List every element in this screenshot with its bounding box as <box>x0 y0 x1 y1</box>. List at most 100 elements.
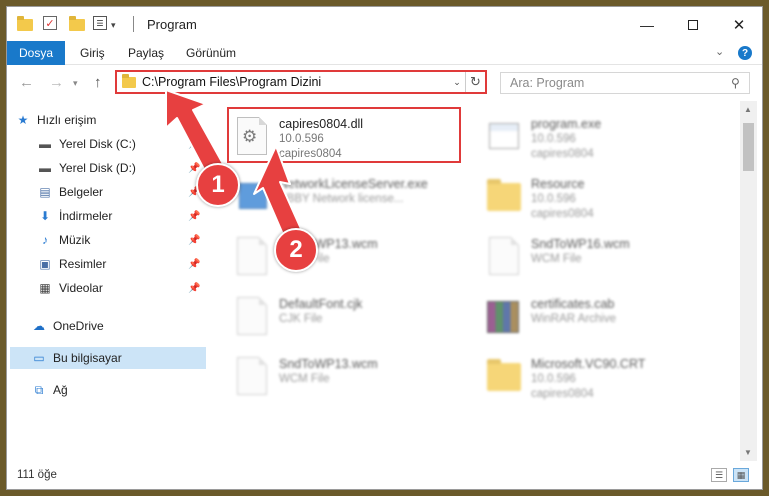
scrollbar-thumb[interactable] <box>743 123 754 171</box>
file-version: 10.0.596 <box>531 373 576 385</box>
tab-file[interactable]: Dosya <box>7 41 65 65</box>
file-type: WCM File <box>279 373 330 385</box>
sidebar-item-disk-d[interactable]: ▬ Yerel Disk (D:) 📌 <box>37 157 211 179</box>
minimize-icon: — <box>640 17 654 33</box>
sidebar-item-documents[interactable]: ▤ Belgeler 📌 <box>37 181 211 203</box>
file-version: 10.0.596 <box>531 133 576 145</box>
address-history-chevron-icon[interactable]: ⌄ <box>449 77 465 88</box>
tab-home[interactable]: Giriş <box>80 46 105 60</box>
dll-highlight-box <box>227 107 461 163</box>
sidebar-item-network[interactable]: ⧉ Ağ <box>31 379 211 401</box>
sidebar-item-onedrive[interactable]: ☁ OneDrive <box>31 315 211 337</box>
drive-icon: ▬ <box>39 161 51 175</box>
computer-icon: ▭ <box>33 351 45 365</box>
recent-locations-chevron-icon[interactable]: ▾ <box>73 78 78 89</box>
archive-icon <box>485 295 523 343</box>
back-arrow-icon[interactable]: ← <box>19 74 34 91</box>
address-path[interactable]: C:\Program Files\Program Dizini <box>142 75 449 89</box>
explorer-window: ✓ ☰ ▾ Program — ✕ Dosya Giriş Paylaş Gör… <box>6 6 763 490</box>
vertical-scrollbar[interactable]: ▲ ▼ <box>740 101 757 461</box>
sidebar-item-label: Videolar <box>59 281 103 295</box>
file-icon <box>233 235 271 283</box>
close-button[interactable]: ✕ <box>716 11 762 39</box>
file-item-program-exe[interactable]: program.exe 10.0.596 capires0804 <box>481 111 721 167</box>
sidebar-item-pictures[interactable]: ▣ Resimler 📌 <box>37 253 211 275</box>
ribbon-tabs: Dosya Giriş Paylaş Görünüm ⌄ ? <box>7 41 762 65</box>
music-icon: ♪ <box>42 233 48 247</box>
pin-icon[interactable]: 📌 <box>188 163 200 174</box>
file-item-resource[interactable]: Resource 10.0.596 capires0804 <box>481 171 721 227</box>
search-box[interactable]: Ara: Program ⚲ <box>500 72 750 94</box>
sidebar-item-downloads[interactable]: ⬇ İndirmeler 📌 <box>37 205 211 227</box>
customize-toolbar-chevron-icon[interactable]: ▾ <box>111 16 116 34</box>
minimize-button[interactable]: — <box>624 11 670 39</box>
network-icon: ⧉ <box>34 382 44 397</box>
maximize-button[interactable] <box>670 11 716 39</box>
step-badge-2: 2 <box>274 228 318 272</box>
address-bar[interactable]: C:\Program Files\Program Dizini ⌄ ↻ <box>115 70 487 94</box>
status-bar: 111 öğe ☰ ▦ <box>7 461 762 489</box>
help-icon[interactable]: ? <box>738 46 752 60</box>
file-icon <box>233 295 271 343</box>
file-name: SndToWP13.wcm <box>279 357 378 371</box>
scroll-up-icon[interactable]: ▲ <box>744 105 752 114</box>
pin-icon[interactable]: 📌 <box>188 211 200 222</box>
documents-icon: ▤ <box>39 185 51 199</box>
drive-icon: ▬ <box>39 137 51 151</box>
sidebar-item-music[interactable]: ♪ Müzik 📌 <box>37 229 211 251</box>
refresh-icon[interactable]: ↻ <box>465 72 485 92</box>
step-badge-1: 1 <box>196 163 240 207</box>
maximize-icon <box>688 20 698 30</box>
file-type: WCM File <box>531 253 582 265</box>
sidebar-item-label: Resimler <box>59 257 107 271</box>
up-arrow-icon[interactable]: ↑ <box>94 74 102 91</box>
sidebar-item-quick-access[interactable]: ★ Hızlı erişim <box>15 109 211 131</box>
videos-icon: ▦ <box>39 281 51 295</box>
pin-icon[interactable]: 📌 <box>188 259 200 270</box>
file-name: Resource <box>531 177 585 191</box>
sidebar-item-label: Yerel Disk (D:) <box>59 161 136 175</box>
properties-check-icon[interactable]: ✓ <box>43 16 57 30</box>
file-item-certificates[interactable]: certificates.cab WinRAR Archive <box>481 291 721 347</box>
file-item-license-server[interactable]: NetworkLicenseServer.exe BBBY Network li… <box>229 171 469 227</box>
new-folder-icon[interactable] <box>69 16 85 34</box>
quick-access-folder-icon[interactable] <box>17 16 33 34</box>
file-item-vc90-crt[interactable]: Microsoft.VC90.CRT 10.0.596 capires0804 <box>481 351 721 407</box>
ribbon-expand-chevron-icon[interactable]: ⌄ <box>715 45 724 58</box>
details-view-icon[interactable]: ☰ <box>711 468 727 482</box>
file-item-defaultfont[interactable]: DefaultFont.cjk CJK File <box>229 291 469 347</box>
title-bar: ✓ ☰ ▾ Program — ✕ <box>7 7 762 41</box>
navigation-bar: ← → ▾ ↑ C:\Program Files\Program Dizini … <box>7 65 762 101</box>
sidebar-item-label: İndirmeler <box>59 209 113 223</box>
forward-arrow-icon[interactable]: → <box>49 74 64 91</box>
tab-share[interactable]: Paylaş <box>128 46 164 60</box>
tiles-view-icon[interactable]: ▦ <box>733 468 749 482</box>
search-input[interactable]: Ara: Program <box>510 76 731 90</box>
star-icon: ★ <box>17 113 29 127</box>
file-type: CJK File <box>279 313 323 325</box>
pin-icon[interactable]: 📌 <box>188 283 200 294</box>
file-item-sndtowp13-2[interactable]: SndToWP13.wcm WCM File <box>229 351 469 407</box>
sidebar-item-label: Ağ <box>53 383 68 397</box>
sidebar-item-label: Müzik <box>59 233 91 247</box>
file-item-sndtowp16[interactable]: SndToWP16.wcm WCM File <box>481 231 721 287</box>
pin-icon[interactable]: 📌 <box>188 139 200 150</box>
sidebar-item-disk-c[interactable]: ▬ Yerel Disk (C:) 📌 <box>37 133 211 155</box>
search-icon[interactable]: ⚲ <box>731 76 749 90</box>
pin-icon[interactable]: 📌 <box>188 235 200 246</box>
file-name: SndToWP16.wcm <box>531 237 630 251</box>
view-properties-icon[interactable]: ☰ <box>93 16 107 30</box>
file-icon <box>233 355 271 403</box>
folder-icon <box>485 175 523 223</box>
scroll-down-icon[interactable]: ▼ <box>744 448 752 457</box>
tab-view[interactable]: Görünüm <box>186 46 236 60</box>
item-count: 111 öğe <box>17 469 57 481</box>
file-description: BBBY Network license... <box>279 193 404 205</box>
file-name: certificates.cab <box>531 297 615 311</box>
sidebar-item-videos[interactable]: ▦ Videolar 📌 <box>37 277 211 299</box>
file-item-sndtowp13[interactable]: SndToWP13.wcm WCM File <box>229 231 469 287</box>
sidebar-item-label: OneDrive <box>53 319 104 333</box>
sidebar-item-this-pc[interactable]: ▭ Bu bilgisayar <box>10 347 206 369</box>
file-description: capires0804 <box>531 208 594 220</box>
sidebar-item-label: Belgeler <box>59 185 104 199</box>
